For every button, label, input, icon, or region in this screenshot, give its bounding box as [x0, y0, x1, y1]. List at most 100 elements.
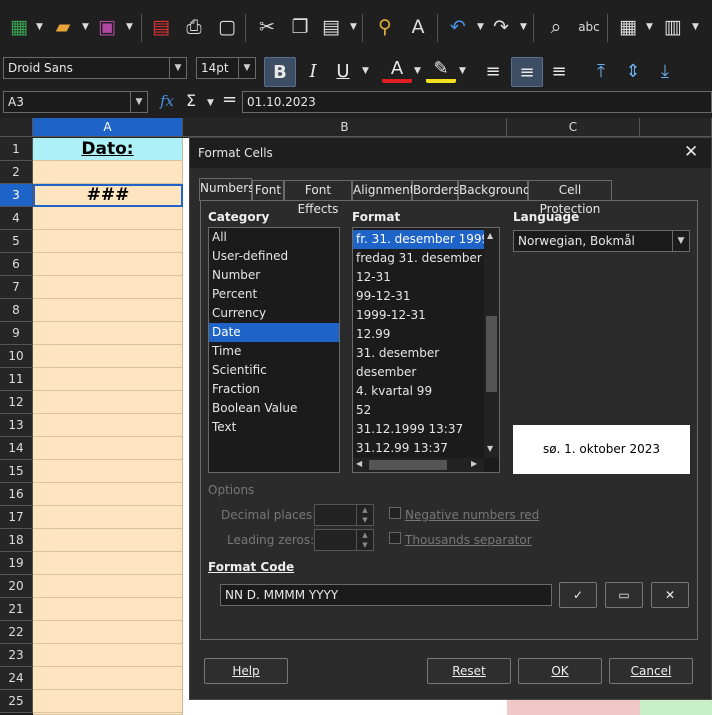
scrollbar-thumb[interactable]	[369, 460, 447, 470]
row-header[interactable]: 8	[0, 299, 33, 322]
chevron-down-icon[interactable]: ▼	[130, 92, 147, 112]
redo-icon[interactable]: ↷	[488, 14, 514, 40]
list-item[interactable]: 99-12-31	[353, 287, 484, 306]
format-vertical-scrollbar[interactable]: ▲ ▼	[484, 228, 499, 458]
align-bottom-icon[interactable]: ⤓	[650, 57, 680, 85]
row-dropdown-icon[interactable]: ▼	[646, 22, 656, 32]
export-pdf-icon[interactable]: ▤	[148, 14, 174, 40]
list-item[interactable]: fredag 31. desember 1999	[353, 249, 484, 268]
list-item[interactable]: Time	[209, 342, 339, 361]
row-header[interactable]: 22	[0, 621, 33, 644]
list-item[interactable]: 52	[353, 401, 484, 420]
row-header[interactable]: 25	[0, 690, 33, 713]
row-icon[interactable]: ▦	[615, 14, 641, 40]
spelling-icon[interactable]: abc	[576, 14, 602, 40]
chevron-left-icon[interactable]: ◀	[356, 459, 362, 468]
find-replace-icon[interactable]: ⌕	[543, 14, 569, 40]
cell-a2[interactable]	[33, 161, 183, 184]
row-header[interactable]: 10	[0, 345, 33, 368]
chevron-down-icon[interactable]: ▼	[169, 58, 186, 78]
row-header[interactable]: 2	[0, 161, 33, 184]
list-item[interactable]: User-defined	[209, 247, 339, 266]
copy-icon[interactable]: ❐	[287, 14, 313, 40]
scrollbar-thumb[interactable]	[486, 316, 497, 392]
list-item[interactable]: 31.12.1999 13:37	[353, 420, 484, 439]
row-header[interactable]: 16	[0, 483, 33, 506]
align-center-icon[interactable]: ≡	[511, 57, 543, 87]
clone-formatting-icon[interactable]: ⚲	[372, 14, 398, 40]
list-item[interactable]: 31. desember	[353, 344, 484, 363]
cut-icon[interactable]: ✂	[254, 14, 280, 40]
row-header[interactable]: 6	[0, 253, 33, 276]
chevron-down-icon[interactable]: ▼	[672, 231, 689, 251]
redo-dropdown-icon[interactable]: ▼	[520, 22, 530, 32]
ok-button[interactable]: OK	[518, 658, 602, 684]
row-header[interactable]: 15	[0, 460, 33, 483]
row-header[interactable]: 21	[0, 598, 33, 621]
close-icon[interactable]: ✕	[684, 142, 698, 162]
row-header[interactable]: 9	[0, 322, 33, 345]
highlight-button[interactable]: ✎	[426, 57, 456, 83]
list-item[interactable]: 4. kvartal 99	[353, 382, 484, 401]
align-top-icon[interactable]: ⤒	[586, 57, 616, 85]
list-item[interactable]: 12-31	[353, 268, 484, 287]
paste-dropdown-icon[interactable]: ▼	[350, 22, 360, 32]
tab-font[interactable]: Font	[252, 180, 284, 200]
save-dropdown-icon[interactable]: ▼	[126, 22, 136, 32]
formula-input[interactable]: 01.10.2023	[242, 91, 712, 113]
row-header[interactable]: 11	[0, 368, 33, 391]
list-item[interactable]: Boolean Value	[209, 399, 339, 418]
spin-arrows-icon[interactable]: ▲ ▼	[356, 530, 373, 550]
column-icon[interactable]: ▥	[660, 14, 686, 40]
row-header[interactable]: 18	[0, 529, 33, 552]
cell-a1[interactable]: Dato:	[33, 138, 183, 161]
tab-numbers[interactable]: Numbers	[199, 178, 254, 201]
align-left-icon[interactable]: ≡	[478, 57, 508, 85]
format-code-input[interactable]: NN D. MMMM YYYY	[220, 584, 552, 606]
font-name-combo[interactable]: Droid Sans ▼	[3, 57, 187, 79]
tab-font-effects[interactable]: Font Effects	[284, 180, 352, 216]
row-header[interactable]: 19	[0, 552, 33, 575]
help-button[interactable]: Help	[204, 658, 288, 684]
row-header[interactable]: 20	[0, 575, 33, 598]
decimal-places-spin[interactable]: ▲ ▼	[314, 504, 374, 526]
font-size-combo[interactable]: 14pt ▼	[196, 57, 256, 79]
column-header-d[interactable]	[640, 118, 712, 137]
edit-comment-button[interactable]: ▭	[605, 582, 643, 608]
save-icon[interactable]: ▣	[94, 14, 120, 40]
clear-formatting-icon[interactable]: A	[405, 14, 431, 40]
print-icon[interactable]: ⎙	[181, 14, 207, 40]
chevron-right-icon[interactable]: ▶	[471, 459, 477, 468]
formula-icon[interactable]: =	[222, 89, 237, 110]
row-header[interactable]: 5	[0, 230, 33, 253]
tab-alignment[interactable]: Alignment	[352, 180, 414, 200]
column-header-c[interactable]: C	[507, 118, 640, 137]
tab-cell-protection[interactable]: Cell Protection	[528, 180, 612, 216]
row-header[interactable]: 4	[0, 207, 33, 230]
bold-button[interactable]: B	[264, 57, 296, 87]
thousands-separator-checkbox[interactable]	[389, 532, 401, 544]
font-color-dropdown-icon[interactable]: ▼	[414, 66, 424, 76]
chevron-up-icon[interactable]: ▲	[487, 231, 493, 240]
column-header-a[interactable]: A	[33, 118, 183, 137]
row-header[interactable]: 1	[0, 138, 33, 161]
add-format-button[interactable]: ✓	[559, 582, 597, 608]
list-item[interactable]: Date	[209, 323, 339, 342]
tab-background[interactable]: Background	[458, 180, 531, 200]
list-item[interactable]: All	[209, 228, 339, 247]
list-item[interactable]: 31.12.99 13:37	[353, 439, 484, 458]
font-color-button[interactable]: A	[382, 57, 412, 83]
list-item[interactable]: Percent	[209, 285, 339, 304]
row-header[interactable]: 14	[0, 437, 33, 460]
row-header[interactable]: 24	[0, 667, 33, 690]
format-horizontal-scrollbar[interactable]: ◀ ▶	[353, 458, 484, 472]
highlight-dropdown-icon[interactable]: ▼	[459, 66, 469, 76]
print-preview-icon[interactable]: ▢	[214, 14, 240, 40]
underline-button[interactable]: U	[328, 57, 358, 85]
row-header[interactable]: 23	[0, 644, 33, 667]
function-wizard-icon[interactable]: fx	[160, 92, 174, 110]
language-select[interactable]: Norwegian, Bokmål ▼	[513, 230, 690, 252]
cancel-button[interactable]: Cancel	[609, 658, 693, 684]
list-item[interactable]: 12.99	[353, 325, 484, 344]
delete-format-button[interactable]: ✕	[651, 582, 689, 608]
